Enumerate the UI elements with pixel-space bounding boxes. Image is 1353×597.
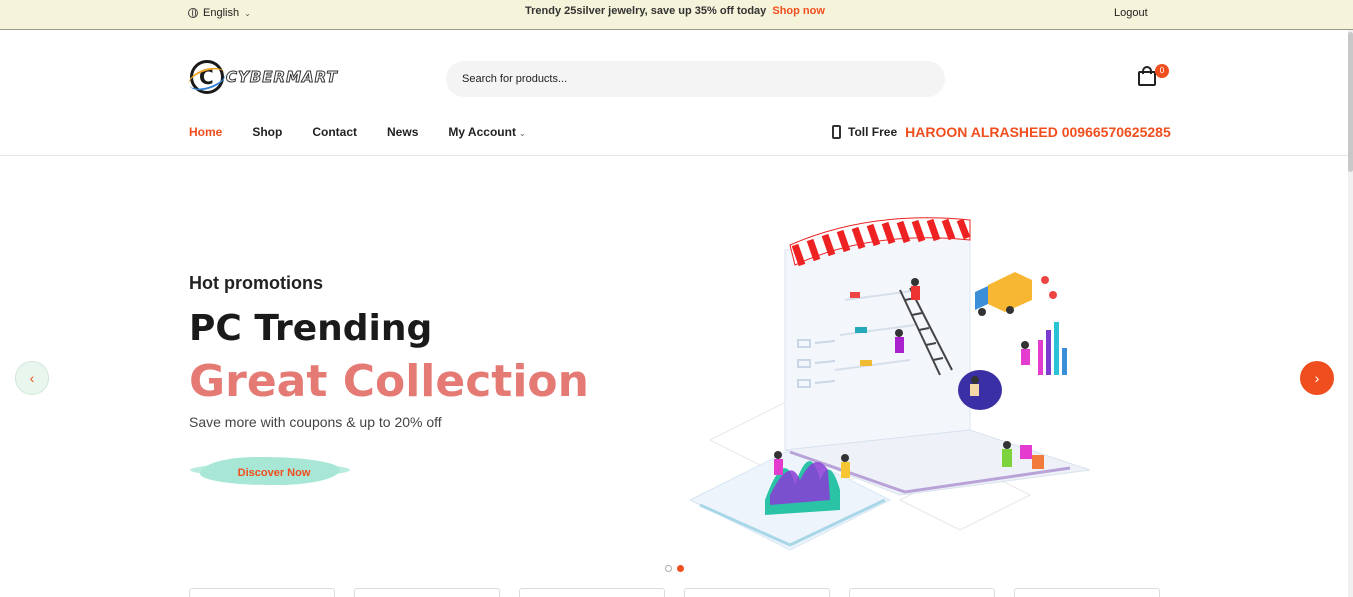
slider-next-button[interactable]: › — [1300, 361, 1334, 395]
category-card[interactable] — [189, 588, 335, 597]
toll-free-label: Toll Free — [848, 125, 898, 139]
hero-subtitle: Hot promotions — [189, 273, 323, 293]
slider-prev-button[interactable]: ‹ — [15, 361, 49, 395]
arrow-right-icon: › — [1314, 370, 1320, 386]
toll-free-number[interactable]: HAROON ALRASHEED 00966570625285 — [905, 124, 1171, 140]
shop-wall — [784, 229, 971, 451]
header-divider — [0, 155, 1353, 156]
shopping-bag — [1020, 445, 1032, 459]
bean-bag — [958, 370, 1002, 410]
balloon — [1041, 276, 1049, 284]
category-cards-row — [189, 588, 1160, 597]
person-body — [841, 462, 850, 478]
toll-free-contact: Toll Free HAROON ALRASHEED 0096657062528… — [832, 124, 1171, 140]
logo-text: CYBERMART — [226, 68, 338, 87]
person-head — [1021, 341, 1029, 349]
chevron-down-icon: ⌄ — [244, 8, 251, 18]
nav-item-my-account[interactable]: My Account ⌄ — [448, 125, 525, 139]
chevron-down-icon: ⌄ — [518, 129, 526, 138]
person-head — [911, 278, 919, 286]
promo-banner: Trendy 25silver jewelry, save up 35% off… — [525, 5, 825, 17]
shoe-item — [850, 292, 860, 298]
category-card[interactable] — [1014, 588, 1160, 597]
phone-icon — [832, 125, 841, 139]
shop-now-link[interactable]: Shop now — [772, 5, 825, 17]
balloon — [1049, 291, 1057, 299]
category-card[interactable] — [684, 588, 830, 597]
nav-item-contact[interactable]: Contact — [312, 125, 357, 139]
category-card[interactable] — [354, 588, 500, 597]
logo[interactable]: CYBERMART — [190, 60, 338, 94]
promo-text: Trendy 25silver jewelry, save up 35% off… — [525, 5, 767, 17]
discover-now-label: Discover Now — [237, 466, 311, 479]
person-body — [1002, 449, 1012, 467]
person-body — [895, 337, 904, 353]
language-label: English — [203, 7, 240, 19]
hero-description: Save more with coupons & up to 20% off — [189, 414, 442, 430]
cart-icon — [1138, 71, 1156, 86]
person-head — [774, 451, 782, 459]
person-head — [841, 454, 849, 462]
logo-mark-icon — [190, 60, 224, 94]
scrollbar-thumb[interactable] — [1348, 32, 1353, 172]
hero-shop-illustration — [688, 217, 1091, 551]
nav-item-my-account-label: My Account — [448, 125, 516, 139]
nav-item-shop[interactable]: Shop — [252, 125, 282, 139]
main-nav: Home Shop Contact News My Account ⌄ — [189, 125, 556, 139]
person-head — [895, 329, 903, 337]
category-card[interactable] — [849, 588, 995, 597]
person-body — [774, 459, 783, 475]
person-body — [911, 286, 920, 300]
slider-dots — [665, 565, 684, 572]
person-head — [1003, 441, 1011, 449]
person-body — [970, 384, 979, 396]
nav-item-news[interactable]: News — [387, 125, 418, 139]
slider-dot-2[interactable] — [677, 565, 684, 572]
person-body — [1021, 349, 1030, 365]
category-card[interactable] — [519, 588, 665, 597]
slider-dot-1[interactable] — [665, 565, 672, 572]
shopping-bag — [1032, 455, 1044, 469]
cart-count-badge: 0 — [1155, 64, 1169, 78]
discover-now-button[interactable]: Discover Now — [190, 455, 358, 487]
shoe-item — [860, 360, 872, 366]
nav-item-home[interactable]: Home — [189, 125, 222, 139]
bar-chart-graphic — [1038, 322, 1067, 375]
arrow-left-icon: ‹ — [29, 370, 35, 386]
delivery-truck — [975, 272, 1032, 316]
shoe-item — [855, 327, 867, 333]
person-head — [971, 376, 979, 384]
page-scrollbar[interactable] — [1348, 30, 1353, 597]
hero-title: PC Trending — [189, 308, 433, 349]
globe-icon — [188, 8, 198, 18]
hero-title-highlight: Great Collection — [189, 356, 589, 407]
top-bar: English ⌄ Trendy 25silver jewelry, save … — [0, 0, 1353, 30]
search-input[interactable] — [446, 61, 945, 97]
cart-button[interactable]: 0 — [1136, 64, 1169, 88]
logout-link[interactable]: Logout — [1114, 7, 1148, 19]
language-selector[interactable]: English ⌄ — [188, 7, 251, 19]
